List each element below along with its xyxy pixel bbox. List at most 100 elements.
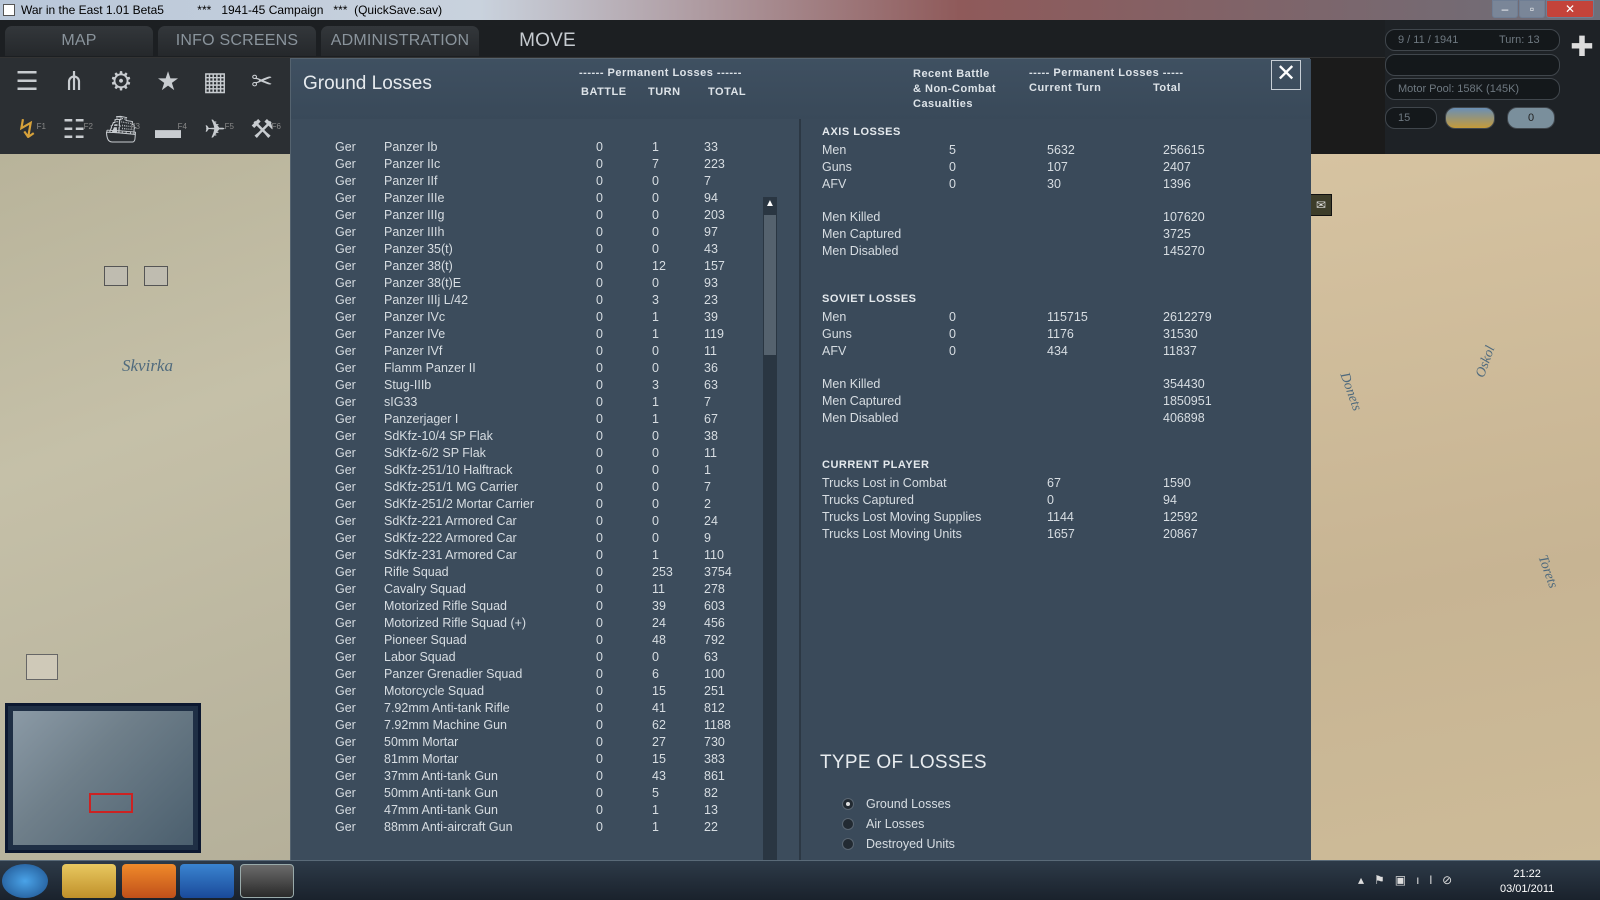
- message-icon[interactable]: [26, 654, 58, 680]
- close-window-button[interactable]: ✕: [1546, 0, 1594, 18]
- window-title: War in the East 1.01 Beta5 *** 1941-45 C…: [21, 3, 443, 17]
- tab-info-screens[interactable]: INFO SCREENS: [158, 26, 316, 56]
- table-row[interactable]: Ger SdKfz-251/2 Mortar Carrier 0 0 2: [291, 497, 761, 514]
- table-row[interactable]: Ger 47mm Anti-tank Gun 0 1 13: [291, 803, 761, 820]
- air-mode-icon[interactable]: ✈ F5: [196, 110, 234, 148]
- table-row[interactable]: Ger Panzer IIIg 0 0 203: [291, 208, 761, 225]
- scroll-up-icon[interactable]: ▲: [763, 197, 777, 211]
- media-player-icon[interactable]: [122, 864, 176, 898]
- tray-icons[interactable]: ▴⚑▣ıl⊘: [1358, 873, 1462, 887]
- table-row[interactable]: Ger SdKfz-231 Armored Car 0 1 110: [291, 548, 761, 565]
- total-losses: 2407: [1163, 160, 1191, 174]
- clock[interactable]: 21:22 03/01/2011: [1500, 867, 1554, 897]
- table-row[interactable]: Ger 50mm Anti-tank Gun 0 5 82: [291, 786, 761, 803]
- unit-total-losses: 1188: [704, 718, 731, 732]
- unit-counter[interactable]: [104, 266, 128, 286]
- player-category: Trucks Lost in Combat: [822, 476, 947, 490]
- transport-mode-icon[interactable]: ▬ F4: [149, 110, 187, 148]
- wite-app-icon[interactable]: [240, 864, 294, 898]
- radio-circle-icon[interactable]: [842, 818, 854, 830]
- list-scrollbar[interactable]: ▲ ▼: [763, 197, 777, 887]
- table-row[interactable]: Ger 81mm Mortar 0 15 383: [291, 752, 761, 769]
- table-row[interactable]: Ger Cavalry Squad 0 11 278: [291, 582, 761, 599]
- maximize-button[interactable]: ▫: [1519, 0, 1545, 18]
- minimap-view[interactable]: [13, 711, 193, 845]
- internet-explorer-icon[interactable]: [180, 864, 234, 898]
- minimap[interactable]: [5, 703, 201, 853]
- unit-nation: Ger: [335, 242, 356, 256]
- table-row[interactable]: Ger Pioneer Squad 0 48 792: [291, 633, 761, 650]
- map-right-section[interactable]: Oskol Donets Torets ✉: [1310, 154, 1600, 860]
- table-row[interactable]: Ger Panzer 38(t)E 0 0 93: [291, 276, 761, 293]
- explorer-icon[interactable]: [62, 864, 116, 898]
- table-row[interactable]: Ger SdKfz-222 Armored Car 0 0 9: [291, 531, 761, 548]
- tab-administration[interactable]: ADMINISTRATION: [321, 26, 479, 56]
- table-row[interactable]: Ger Panzer 38(t) 0 12 157: [291, 259, 761, 276]
- unit-battle-losses: 0: [596, 242, 603, 256]
- table-row[interactable]: Ger Panzer IIIe 0 0 94: [291, 191, 761, 208]
- minimize-button[interactable]: ‒: [1492, 0, 1518, 18]
- units-icon[interactable]: ⋔: [55, 62, 93, 100]
- table-row[interactable]: Ger 88mm Anti-aircraft Gun 0 1 22: [291, 820, 761, 837]
- table-row[interactable]: Ger Panzer IIc 0 7 223: [291, 157, 761, 174]
- table-row[interactable]: Ger SdKfz-251/1 MG Carrier 0 0 7: [291, 480, 761, 497]
- table-row[interactable]: Ger Panzer 35(t) 0 0 43: [291, 242, 761, 259]
- table-row[interactable]: Ger Motorized Rifle Squad (+) 0 24 456: [291, 616, 761, 633]
- table-row[interactable]: Ger Panzer IIf 0 0 7: [291, 174, 761, 191]
- table-row[interactable]: Ger SdKfz-10/4 SP Flak 0 0 38: [291, 429, 761, 446]
- table-row[interactable]: Ger Panzer IVc 0 1 39: [291, 310, 761, 327]
- player-row: Trucks Captured 0 94: [801, 493, 1301, 510]
- naval-mode-icon[interactable]: ⛴ F3: [102, 110, 140, 148]
- table-row[interactable]: Ger Motorcycle Squad 0 15 251: [291, 684, 761, 701]
- scroll-thumb[interactable]: [764, 215, 776, 355]
- radio-destroyed-units[interactable]: Destroyed Units: [840, 836, 1040, 854]
- combat-icon[interactable]: ✂: [243, 62, 281, 100]
- minimap-viewport-frame[interactable]: [89, 793, 133, 813]
- table-row[interactable]: Ger Panzer IVf 0 0 11: [291, 344, 761, 361]
- table-row[interactable]: Ger Motorized Rifle Squad 0 39 603: [291, 599, 761, 616]
- envelope-icon[interactable]: ✉: [1310, 194, 1332, 216]
- radio-circle-icon[interactable]: [842, 838, 854, 850]
- unit-name: SdKfz-6/2 SP Flak: [384, 446, 486, 460]
- table-row[interactable]: Ger 7.92mm Machine Gun 0 62 1188: [291, 718, 761, 735]
- unit-turn-losses: 0: [652, 361, 659, 375]
- close-dialog-button[interactable]: ✕: [1271, 60, 1301, 90]
- unit-turn-losses: 43: [652, 769, 666, 783]
- radio-air-losses[interactable]: Air Losses: [840, 816, 1040, 834]
- table-row[interactable]: Ger 7.92mm Anti-tank Rifle 0 41 812: [291, 701, 761, 718]
- table-row[interactable]: Ger Panzer Grenadier Squad 0 6 100: [291, 667, 761, 684]
- table-row[interactable]: Ger Panzer IIIh 0 0 97: [291, 225, 761, 242]
- table-row[interactable]: Ger Labor Squad 0 0 63: [291, 650, 761, 667]
- hq-icon[interactable]: ▦: [196, 62, 234, 100]
- radio-circle-icon[interactable]: [842, 798, 854, 810]
- table-row[interactable]: Ger SdKfz-251/10 Halftrack 0 0 1: [291, 463, 761, 480]
- build-mode-icon[interactable]: ⚒ F6: [243, 110, 281, 148]
- table-row[interactable]: Ger Panzer IVe 0 1 119: [291, 327, 761, 344]
- table-row[interactable]: Ger Rifle Squad 0 253 3754: [291, 565, 761, 582]
- layers-icon[interactable]: ☰: [8, 62, 46, 100]
- table-row[interactable]: Ger 37mm Anti-tank Gun 0 43 861: [291, 769, 761, 786]
- table-row[interactable]: Ger SdKfz-221 Armored Car 0 0 24: [291, 514, 761, 531]
- table-row[interactable]: Ger Panzerjager I 0 1 67: [291, 412, 761, 429]
- tab-map-information[interactable]: MAP INFORMATION: [5, 26, 153, 79]
- move-mode-icon[interactable]: ↯ F1: [8, 110, 46, 148]
- table-row[interactable]: Ger SdKfz-6/2 SP Flak 0 0 11: [291, 446, 761, 463]
- unit-counter[interactable]: [144, 266, 168, 286]
- move-label[interactable]: MOVE: [490, 26, 605, 56]
- table-row[interactable]: Ger Stug-IIIb 0 3 63: [291, 378, 761, 395]
- table-row[interactable]: Ger Flamm Panzer II 0 0 36: [291, 361, 761, 378]
- table-row[interactable]: Ger sIG33 0 1 7: [291, 395, 761, 412]
- table-row[interactable]: Ger 50mm Mortar 0 27 730: [291, 735, 761, 752]
- recent-casualties: 5: [949, 143, 956, 157]
- star-icon[interactable]: ★: [149, 62, 187, 100]
- gear-icon[interactable]: ⚙: [102, 62, 140, 100]
- unit-battle-losses: 0: [596, 378, 603, 392]
- table-row[interactable]: Ger Panzer Ib 0 1 33: [291, 140, 761, 157]
- radio-ground-losses[interactable]: Ground Losses: [840, 796, 1040, 814]
- col-total-right-header: Total: [1153, 82, 1181, 94]
- rail-mode-icon[interactable]: ☷ F2: [55, 110, 93, 148]
- zoom-plus-icon[interactable]: ✚: [1568, 33, 1596, 62]
- table-row[interactable]: Ger Panzer IIIj L/42 0 3 23: [291, 293, 761, 310]
- counter-button[interactable]: 0: [1507, 107, 1555, 129]
- start-button-icon[interactable]: [2, 864, 48, 898]
